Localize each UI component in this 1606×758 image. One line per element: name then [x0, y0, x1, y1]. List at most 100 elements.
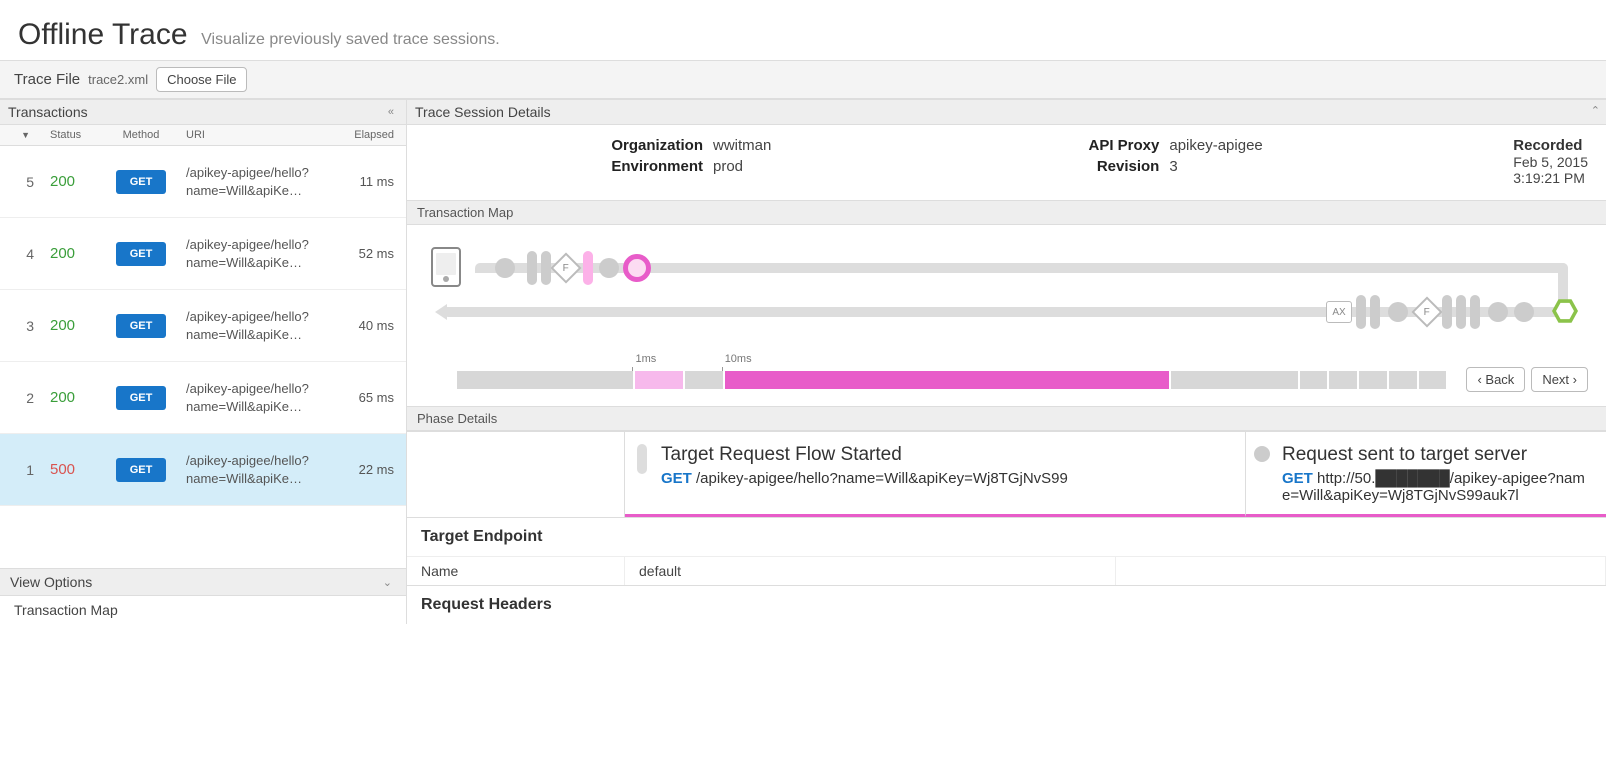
- phase-cards: Target Request Flow Started GET /apikey-…: [407, 431, 1606, 517]
- transaction-row[interactable]: 2200GET/apikey-apigee/hello?name=Will&ap…: [0, 362, 406, 434]
- phase-card-request-sent[interactable]: Request sent to target server GET http:/…: [1246, 432, 1606, 517]
- timeline-bar[interactable]: 1ms 10ms: [457, 371, 1448, 389]
- view-options-expand-icon[interactable]: ⌄: [379, 576, 396, 589]
- transaction-row[interactable]: 4200GET/apikey-apigee/hello?name=Will&ap…: [0, 218, 406, 290]
- transaction-elapsed: 65 ms: [336, 386, 406, 409]
- transaction-status: 200: [44, 313, 102, 338]
- choose-file-button[interactable]: Choose File: [156, 67, 247, 92]
- back-button[interactable]: ‹ Back: [1466, 367, 1525, 392]
- flow-step-dot[interactable]: [1514, 302, 1534, 322]
- transaction-uri: /apikey-apigee/hello?name=Will&apiKe…: [180, 232, 336, 275]
- flow-step-pill-active[interactable]: [583, 251, 593, 285]
- flow-step-pill[interactable]: [1470, 295, 1480, 329]
- flow-step-pill[interactable]: [1356, 295, 1366, 329]
- next-button[interactable]: Next ›: [1531, 367, 1588, 392]
- rev-label: Revision: [1051, 158, 1159, 175]
- target-node-icon[interactable]: [1552, 298, 1578, 324]
- col-header-uri[interactable]: URI: [180, 125, 336, 145]
- transaction-elapsed: 22 ms: [336, 458, 406, 481]
- flow-step-dot[interactable]: [495, 258, 515, 278]
- transaction-uri: /apikey-apigee/hello?name=Will&apiKe…: [180, 304, 336, 347]
- transaction-index: 1: [0, 458, 44, 482]
- collapse-left-icon[interactable]: «: [384, 106, 398, 118]
- arrow-left-icon: [435, 304, 447, 320]
- view-option-transaction-map[interactable]: Transaction Map: [0, 596, 406, 624]
- http-verb: GET: [661, 470, 692, 487]
- flow-step-dot[interactable]: [599, 258, 619, 278]
- page-title: Offline Trace: [18, 18, 188, 52]
- flow-step-selected[interactable]: [623, 254, 651, 282]
- request-path: /apikey-apigee/hello?name=Will&apiKey=Wj…: [696, 470, 1068, 487]
- request-url: http://50.███████/apikey-apigee?name=Wil…: [1282, 470, 1585, 504]
- sort-caret-icon[interactable]: ▼: [21, 130, 30, 140]
- request-headers-title: Request Headers: [407, 585, 1606, 624]
- transaction-elapsed: 11 ms: [336, 170, 406, 193]
- transaction-uri: /apikey-apigee/hello?name=Will&apiKe…: [180, 160, 336, 203]
- env-value: prod: [713, 158, 743, 175]
- transactions-panel: Transactions « ▼ Status Method URI Elaps…: [0, 100, 407, 624]
- env-label: Environment: [595, 158, 703, 175]
- phase-dot-icon: [1254, 446, 1270, 462]
- flow-step-pill[interactable]: [527, 251, 537, 285]
- recorded-label: Recorded: [1513, 137, 1588, 154]
- method-badge: GET: [116, 170, 167, 194]
- target-endpoint-section: Target Endpoint Name default: [407, 517, 1606, 585]
- flow-step-dot[interactable]: [1488, 302, 1508, 322]
- proxy-value: apikey-apigee: [1169, 137, 1262, 154]
- phase-pill-icon: [637, 444, 647, 474]
- phase-card-title: Request sent to target server: [1282, 444, 1590, 466]
- transaction-uri: /apikey-apigee/hello?name=Will&apiKe…: [180, 376, 336, 419]
- recorded-date: Feb 5, 2015: [1513, 154, 1588, 170]
- col-header-elapsed[interactable]: Elapsed: [336, 125, 406, 145]
- transaction-row[interactable]: 5200 GET/apikey-apigee/hello?name=Will&ap…: [0, 146, 406, 218]
- flow-step-pill[interactable]: [1456, 295, 1466, 329]
- trace-file-toolbar: Trace File trace2.xml Choose File: [0, 60, 1606, 99]
- flow-step-pill[interactable]: [1442, 295, 1452, 329]
- method-badge: GET: [116, 386, 167, 410]
- org-value: wwitman: [713, 137, 771, 154]
- flow-condition-icon[interactable]: F: [550, 252, 581, 283]
- rev-value: 3: [1169, 158, 1177, 175]
- expand-details-icon[interactable]: ⌃: [1591, 104, 1600, 117]
- transaction-index: 3: [0, 314, 44, 338]
- request-headers-section: Request Headers: [407, 585, 1606, 624]
- time-tick-10ms: 10ms: [725, 353, 752, 365]
- transaction-elapsed: 40 ms: [336, 314, 406, 337]
- transaction-row[interactable]: 3200 GET/apikey-apigee/hello?name=Will&ap…: [0, 290, 406, 362]
- transaction-map: F AX F: [407, 225, 1606, 357]
- view-options-title: View Options: [10, 574, 92, 590]
- flow-step-dot[interactable]: [1388, 302, 1408, 322]
- transaction-status: 500: [44, 457, 102, 482]
- target-endpoint-name-label: Name: [407, 557, 625, 585]
- transaction-index: 2: [0, 386, 44, 410]
- target-endpoint-name-value: default: [625, 557, 1116, 585]
- transaction-elapsed: 52 ms: [336, 242, 406, 265]
- transaction-status: 200: [44, 169, 102, 194]
- phase-card-target-request[interactable]: Target Request Flow Started GET /apikey-…: [625, 432, 1246, 517]
- trace-details-title: Trace Session Details: [415, 104, 551, 120]
- page-subtitle: Visualize previously saved trace session…: [201, 31, 500, 48]
- transactions-table: ▼ Status Method URI Elapsed 5200GET/apik…: [0, 125, 406, 506]
- view-options-panel: View Options ⌄ Transaction Map: [0, 568, 406, 624]
- ax-policy-icon[interactable]: AX: [1326, 301, 1352, 323]
- proxy-label: API Proxy: [1051, 137, 1159, 154]
- col-header-method[interactable]: Method: [102, 125, 180, 145]
- method-badge: GET: [116, 458, 167, 482]
- trace-details-panel: Trace Session Details ⌃ Organization wwi…: [407, 100, 1606, 624]
- time-tick-1ms: 1ms: [635, 353, 656, 365]
- target-endpoint-title: Target Endpoint: [407, 517, 1606, 556]
- flow-step-pill[interactable]: [1370, 295, 1380, 329]
- transaction-index: 5: [0, 170, 44, 194]
- col-header-status[interactable]: Status: [44, 125, 102, 145]
- org-label: Organization: [595, 137, 703, 154]
- transaction-index: 4: [0, 242, 44, 266]
- method-badge: GET: [116, 242, 167, 266]
- method-badge: GET: [116, 314, 167, 338]
- client-device-icon[interactable]: [431, 247, 461, 287]
- phase-details-header: Phase Details: [407, 406, 1606, 431]
- transaction-row[interactable]: 1500GET/apikey-apigee/hello?name=Will&ap…: [0, 434, 406, 506]
- transactions-panel-title: Transactions: [8, 104, 88, 120]
- phase-card-title: Target Request Flow Started: [661, 444, 1229, 466]
- recorded-time: 3:19:21 PM: [1513, 170, 1588, 186]
- trace-file-label: Trace File: [14, 71, 80, 88]
